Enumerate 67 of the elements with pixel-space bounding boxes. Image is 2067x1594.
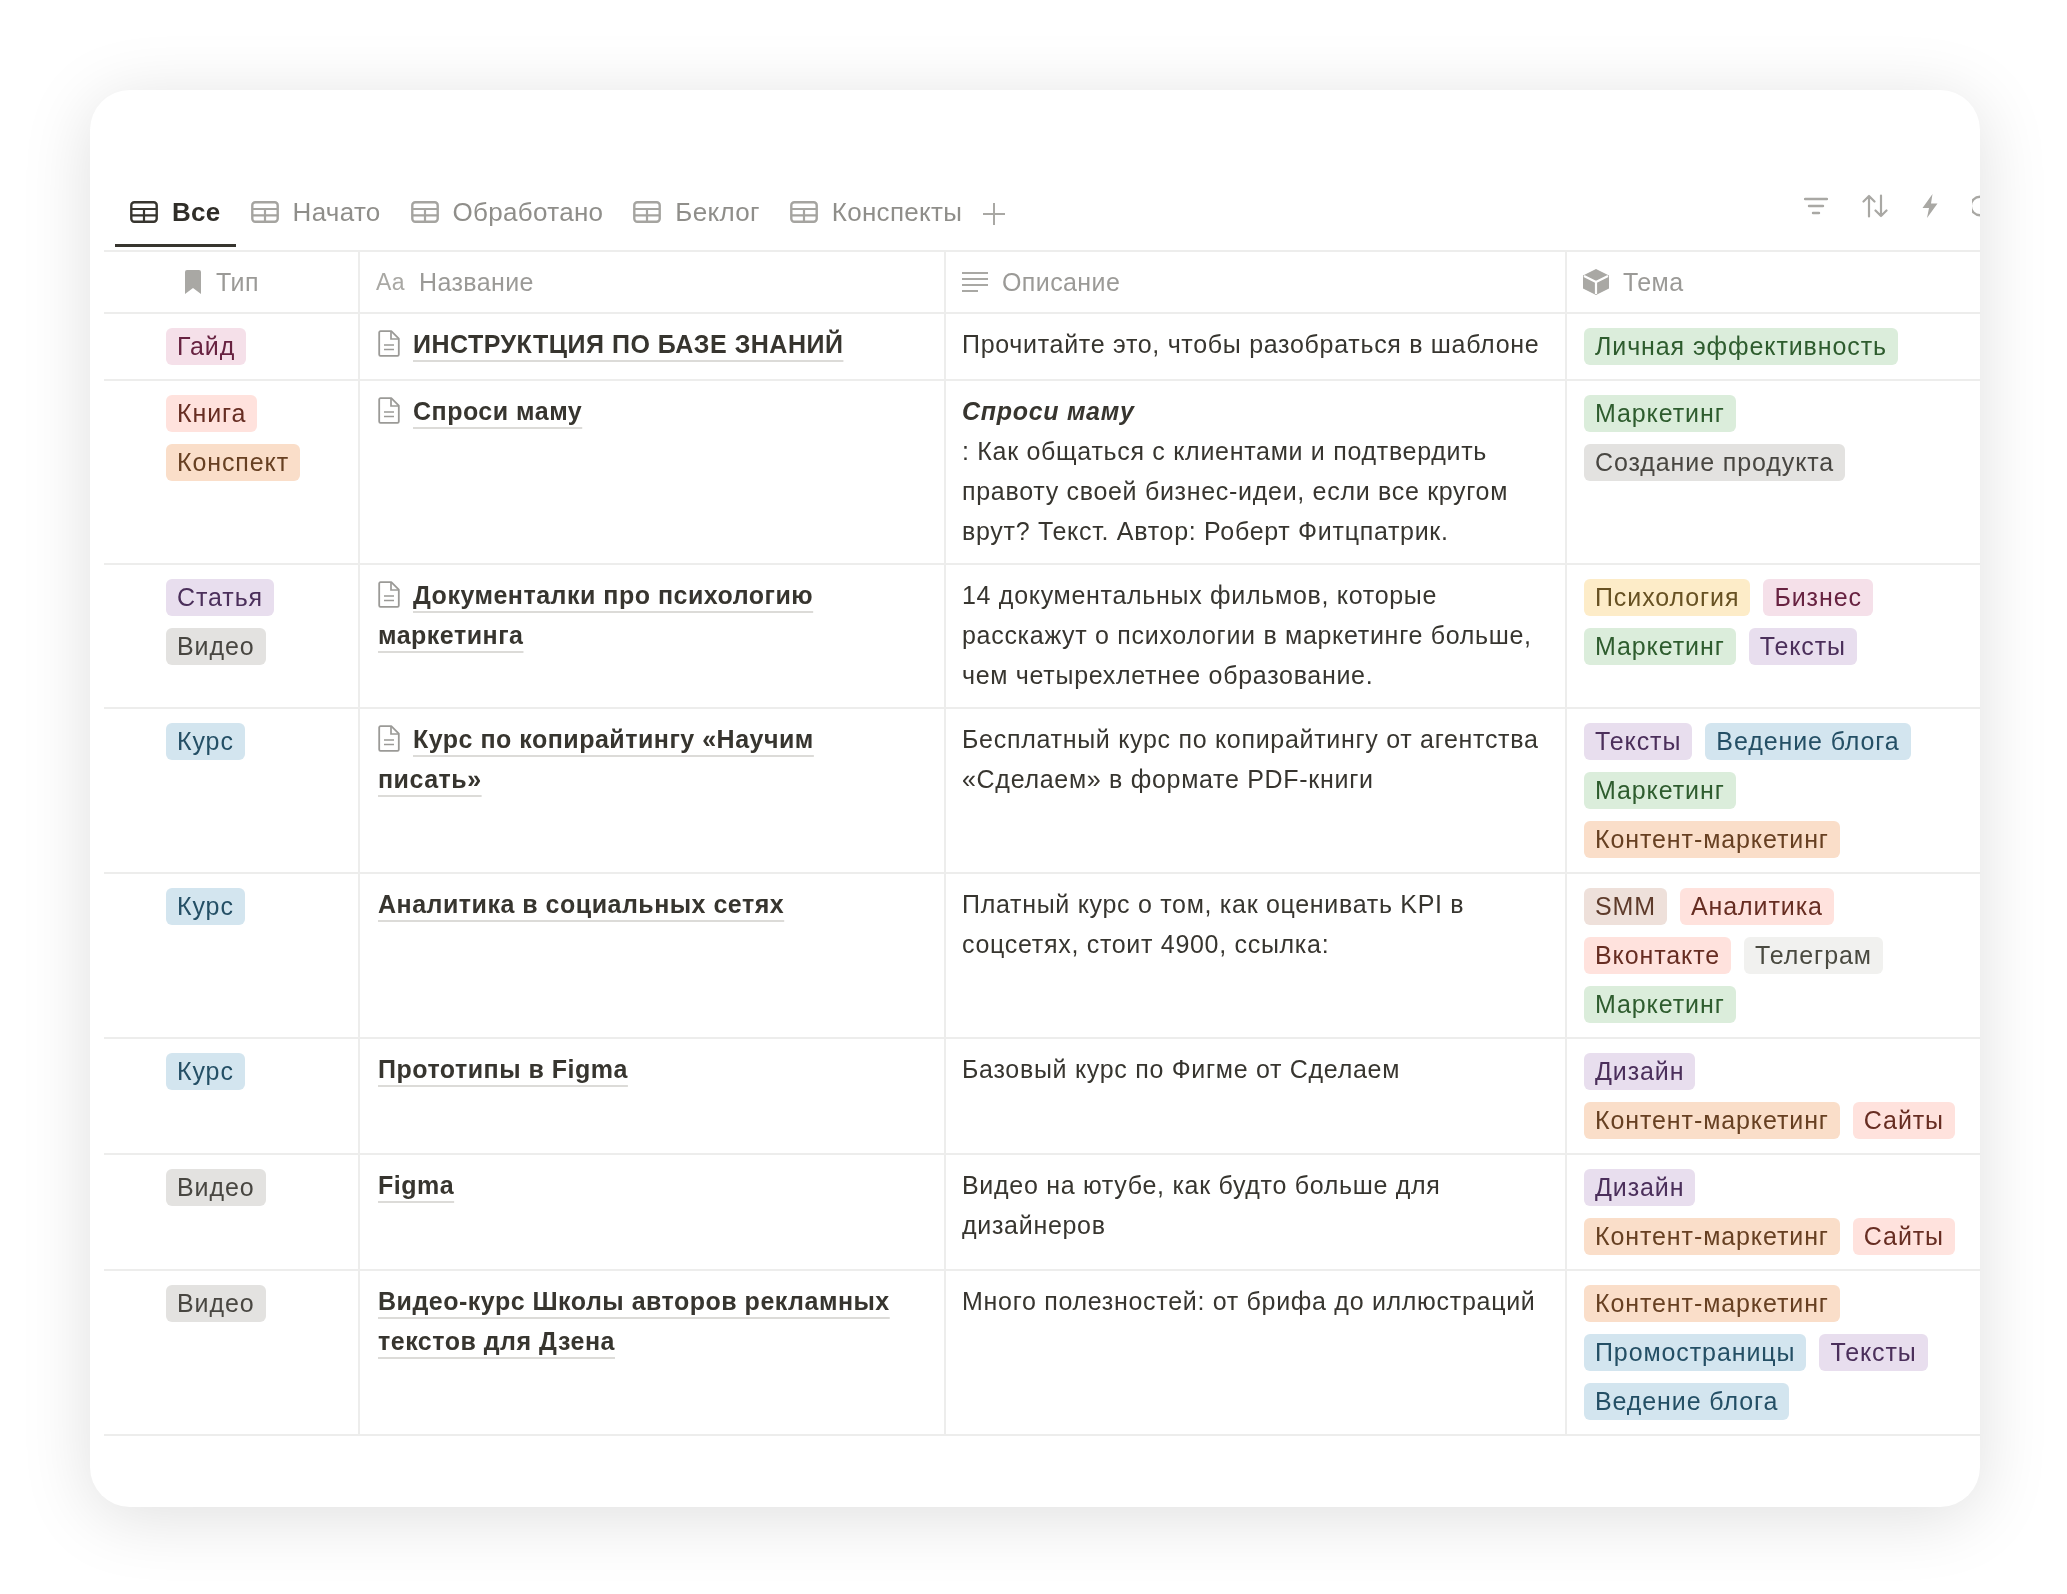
type-tag: Статья [166,579,274,616]
type-tag: Гайд [166,328,247,365]
description-text: Базовый курс по Фигме от Сделаем [962,1054,1402,1085]
topic-tag: Ведение блога [1705,723,1911,760]
page-title-link[interactable]: Курс по копирайтингу «Научим писать» [378,719,914,799]
type-tag: Курс [166,723,245,760]
table-icon [410,201,439,223]
text-property-icon: Aa [376,268,405,296]
text-lines-icon [962,271,988,293]
topic-tag: SMM [1584,888,1668,925]
topic-tag: Промостраницы [1584,1334,1807,1371]
topic-tag: Дизайн [1584,1169,1696,1206]
topic-tag: Тексты [1584,723,1693,760]
topic-tag: Маркетинг [1584,628,1736,665]
description-text: Прочитайте это, чтобы разобраться в шаблоне [962,329,1541,360]
type-tag: Видео [166,1169,266,1206]
topic-tag: Вконтакте [1584,937,1732,974]
view-tab[interactable]: Все [115,186,236,247]
type-tag: Конспект [166,444,301,481]
type-tag: Видео [166,628,266,665]
cube-icon [1583,269,1609,295]
topic-tag: Бизнес [1763,579,1873,616]
page-title-link[interactable]: Видео-курс Школы авторов рекламных текстов для Дзена [378,1281,914,1361]
type-tag: Книга [166,395,258,432]
description-text: Спроси маму : Как общаться с клиентами и подтвердить правоту своей бизнес-идеи, если все кругом врут? Текст. Автор: Роберт Фитцпатрик. [962,396,1510,547]
page-title-link[interactable]: Спроси маму [378,391,583,431]
description-text: Платный курс о том, как оценивать KPI в соцсетях, стоит 4900, ссылка: [962,889,1466,960]
description-text: Видео на ютубе, как будто больше для дизайнеров [962,1170,1442,1241]
topic-tag: Дизайн [1584,1053,1696,1090]
lightning-icon[interactable] [1922,194,1938,218]
topic-tag: Тексты [1819,1334,1928,1371]
topic-tag: Телеграм [1744,937,1883,974]
topic-tag: Сайты [1852,1102,1955,1139]
page-title-link[interactable]: Аналитика в социальных сетях [378,884,785,924]
topic-tag: Психология [1584,579,1751,616]
page-title-link[interactable]: Figma [378,1165,455,1205]
bookmark-icon [184,270,202,294]
type-tag: Курс [166,888,245,925]
filter-icon[interactable] [1804,197,1828,215]
topic-tag: Маркетинг [1584,395,1736,432]
table-icon [789,201,818,223]
type-tag: Видео [166,1285,266,1322]
topic-tag: Тексты [1748,628,1857,665]
search-icon[interactable] [1972,194,1980,218]
table-icon [130,201,158,223]
topic-tag: Аналитика [1680,888,1834,925]
topic-tag: Ведение блога [1584,1383,1790,1420]
topic-tag: Контент-маркетинг [1584,1285,1840,1322]
topic-tag: Контент-маркетинг [1584,1218,1840,1255]
add-icon[interactable] [983,203,1006,225]
description-text: Бесплатный курс по копирайтингу от агентства «Сделаем» в формате PDF-книги [962,724,1540,795]
description-text: 14 документальных фильмов, которые расскажут о психологии в маркетинге больше, чем четырехлетнее образование. [962,580,1533,691]
topic-tag: Маркетинг [1584,986,1736,1023]
table-icon [633,201,662,223]
topic-tag: Создание продукта [1584,444,1846,481]
topic-tag: Контент-маркетинг [1584,1102,1840,1139]
page-title-link[interactable]: Прототипы в Figma [378,1049,628,1089]
table-icon [250,201,279,223]
page-title-link[interactable]: Документалки про психологию маркетинга [378,575,914,655]
topic-tag: Маркетинг [1584,772,1736,809]
page-title-link[interactable]: ИНСТРУКТЦИЯ ПО БАЗЕ ЗНАНИЙ [378,324,844,364]
topic-tag: Личная эффективность [1584,328,1898,365]
type-tag: Курс [166,1053,245,1090]
topic-tag: Сайты [1852,1218,1955,1255]
sort-icon[interactable] [1862,194,1888,218]
topic-tag: Контент-маркетинг [1584,821,1840,858]
description-text: Много полезностей: от брифа до иллюстраций [962,1286,1537,1317]
